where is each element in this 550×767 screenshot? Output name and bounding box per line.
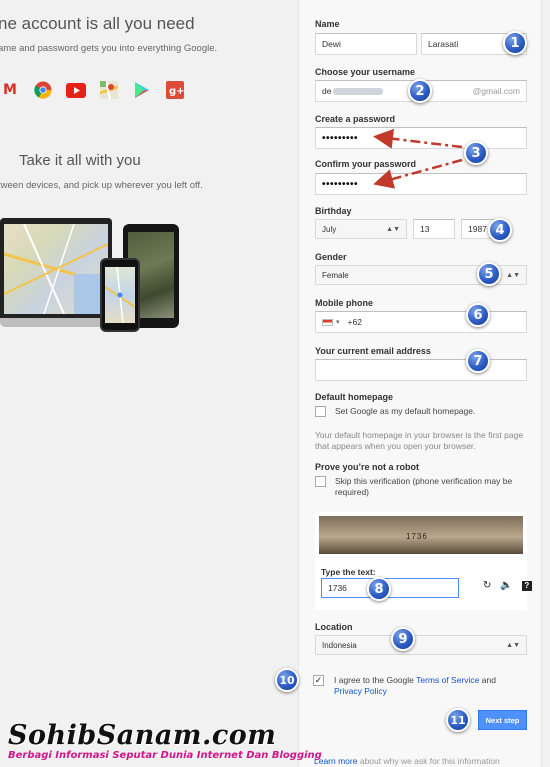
help-icon[interactable]: ?	[521, 580, 532, 591]
audio-icon[interactable]: 🔈	[500, 580, 512, 591]
homepage-note: Your default homepage in your browser is…	[315, 430, 524, 451]
first-name-input[interactable]: Dewi	[315, 33, 417, 55]
homepage-checkbox[interactable]	[315, 406, 326, 417]
type-text-label: Type the text:	[321, 567, 376, 577]
map-screen-image	[3, 223, 109, 315]
gender-value: Female	[322, 270, 349, 280]
devices-illustration	[0, 218, 190, 338]
chevron-updown-icon: ▲▼	[506, 271, 520, 279]
agree-text: I agree to the Google Terms of Service a…	[334, 675, 524, 697]
step-badge-5: 5	[477, 262, 501, 286]
site-watermark: SohibSanam.com Berbagi Informasi Seputar…	[8, 722, 322, 762]
promo-subline: ame and password gets you into everythin…	[0, 43, 218, 54]
skip-verification-label: Skip this verification (phone verificati…	[335, 476, 513, 497]
step-badge-2: 2	[408, 79, 432, 103]
current-email-input[interactable]	[315, 359, 527, 381]
password-dots: •••••••••	[322, 132, 359, 144]
birth-month-select[interactable]: July ▲▼	[315, 219, 407, 239]
step-badge-7: 7	[466, 349, 490, 373]
next-step-button[interactable]: Next step	[478, 710, 527, 730]
chevron-updown-icon: ▲▼	[506, 641, 520, 649]
location-label: Location	[315, 622, 353, 632]
skip-verification-checkbox[interactable]	[315, 476, 326, 487]
password-input[interactable]: •••••••••	[315, 127, 527, 149]
refresh-icon[interactable]: ↻	[483, 580, 491, 591]
confirm-password-label: Confirm your password	[315, 159, 417, 169]
default-homepage-label: Default homepage	[315, 392, 394, 402]
username-label: Choose your username	[315, 67, 416, 77]
svg-text:g+: g+	[169, 86, 184, 97]
indonesia-flag-icon	[322, 318, 333, 326]
birth-day-input[interactable]: 13	[413, 219, 455, 239]
phone-image	[100, 258, 140, 332]
birth-month-value: July	[322, 224, 337, 234]
play-icon	[132, 80, 152, 100]
captcha-box: 1736 Type the text: 1736 ↻ 🔈 ?	[315, 512, 532, 610]
gender-label: Gender	[315, 252, 347, 262]
watermark-title: SohibSanam.com	[8, 720, 277, 751]
maps-icon	[99, 80, 119, 100]
captcha-image: 1736	[319, 516, 523, 554]
step-badge-10: 10	[275, 668, 299, 692]
step-badge-3: 3	[464, 141, 488, 165]
blurred-username	[333, 87, 384, 95]
username-value: de	[322, 86, 332, 96]
confirm-password-input[interactable]: •••••••••	[315, 173, 527, 195]
take-it-subline: tween devices, and pick up wherever you …	[0, 180, 203, 191]
step-badge-4: 4	[488, 218, 512, 242]
country-dropdown-icon[interactable]: ▾	[336, 318, 340, 326]
name-label: Name	[315, 19, 340, 29]
confirm-password-dots: •••••••••	[322, 178, 359, 190]
mobile-phone-input[interactable]: ▾ +62	[315, 311, 527, 333]
chrome-icon	[33, 80, 53, 100]
laptop-image	[0, 218, 112, 318]
learn-more-line: Learn more about why we ask for this inf…	[314, 756, 500, 766]
mobile-code: +62	[347, 317, 362, 327]
watermark-subtitle: Berbagi Informasi Seputar Dunia Internet…	[8, 750, 322, 761]
app-icons-row: M g+	[0, 80, 185, 100]
step-badge-6: 6	[466, 303, 490, 327]
location-select[interactable]: Indonesia ▲▼	[315, 635, 527, 655]
terms-link[interactable]: Terms of Service	[416, 675, 479, 685]
gmail-suffix: @gmail.com	[472, 86, 520, 96]
robot-label: Prove you’re not a robot	[315, 462, 420, 472]
current-email-label: Your current email address	[315, 346, 431, 356]
google-plus-icon: g+	[165, 80, 185, 100]
agree-prefix: I agree to the Google	[334, 675, 414, 685]
step-badge-9: 9	[391, 627, 415, 651]
promo-panel: ne account is all you need ame and passw…	[0, 0, 300, 767]
captcha-code-text: 1736	[406, 532, 428, 541]
step-badge-11: 11	[446, 708, 470, 732]
location-value: Indonesia	[322, 640, 357, 650]
learn-more-rest: about why we ask for this information	[359, 756, 500, 766]
chevron-updown-icon: ▲▼	[386, 225, 400, 233]
mobile-phone-label: Mobile phone	[315, 298, 373, 308]
password-label: Create a password	[315, 114, 396, 124]
agree-checkbox[interactable]: ✓	[313, 675, 324, 686]
captcha-controls: ↻ 🔈 ?	[483, 580, 532, 591]
signup-form: Name Dewi Larasati Choose your username …	[298, 0, 542, 767]
agree-and: and	[481, 675, 496, 685]
gmail-icon: M	[3, 82, 17, 98]
step-badge-1: 1	[503, 31, 527, 55]
privacy-link[interactable]: Privacy Policy	[334, 686, 387, 696]
homepage-checkbox-label: Set Google as my default homepage.	[335, 406, 476, 416]
promo-headline: ne account is all you need	[0, 14, 195, 33]
youtube-icon	[66, 80, 86, 100]
birthday-label: Birthday	[315, 206, 352, 216]
take-it-title: Take it all with you	[19, 152, 141, 169]
step-badge-8: 8	[367, 577, 391, 601]
